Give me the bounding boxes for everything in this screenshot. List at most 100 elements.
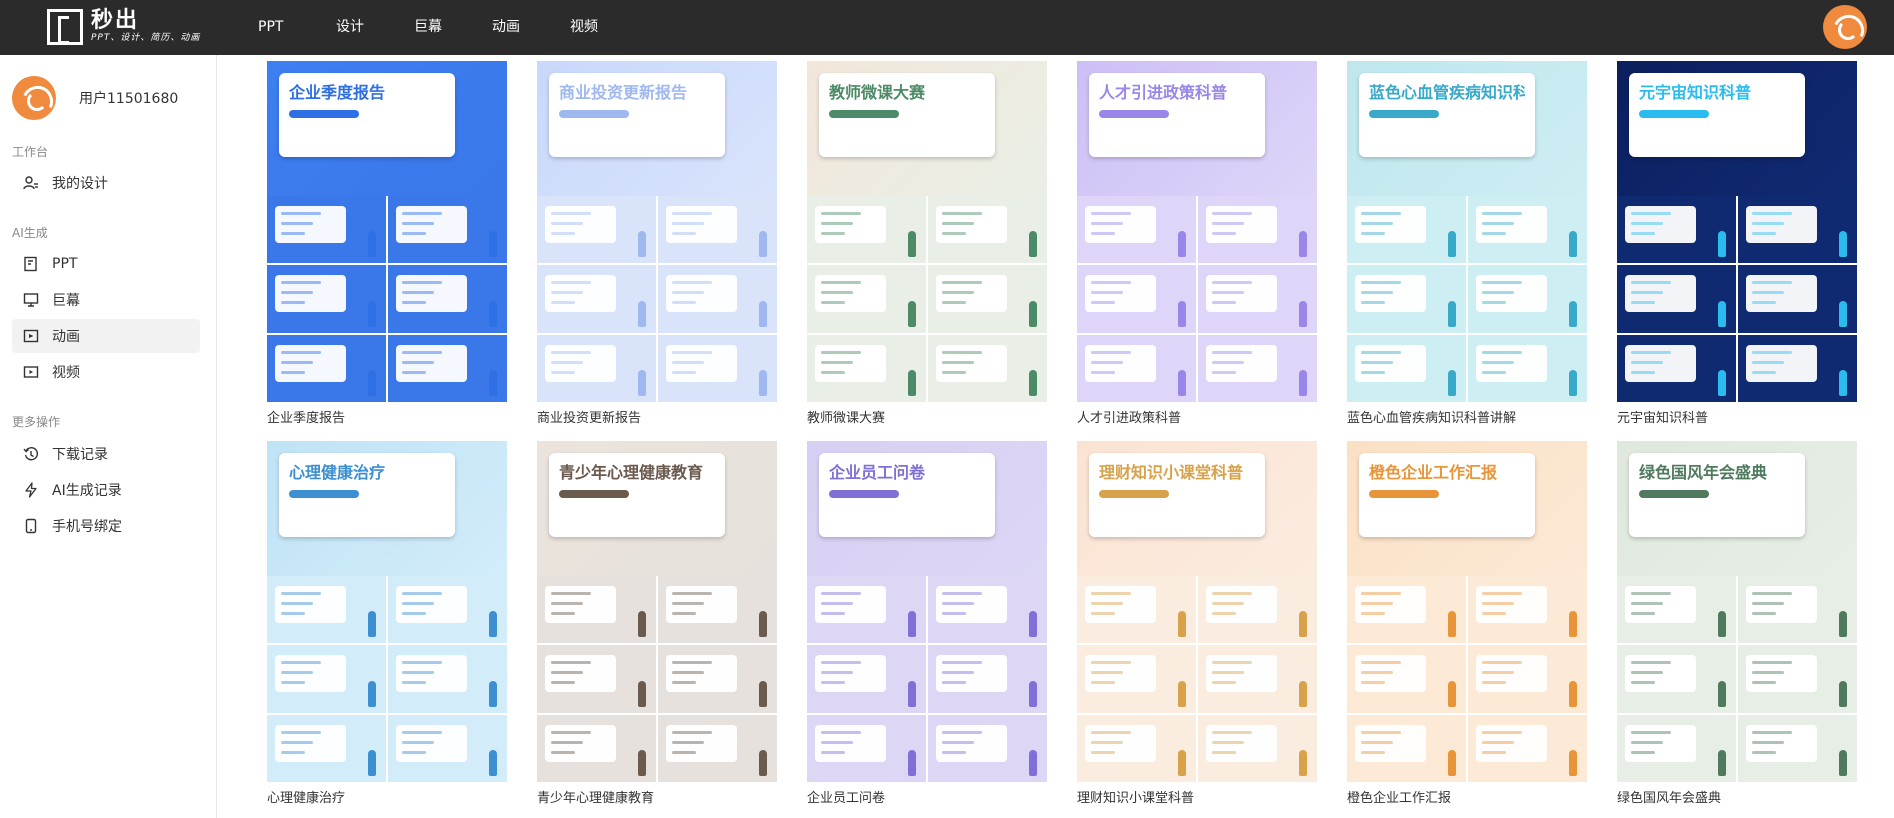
video-icon bbox=[22, 363, 40, 381]
template-card[interactable]: 理财知识小课堂科普 理财知识小课堂科普 bbox=[1077, 441, 1317, 806]
slide-text-line bbox=[1482, 730, 1522, 734]
template-thumbnail[interactable]: 企业季度报告 bbox=[267, 61, 507, 402]
app-logo[interactable]: 秒出 PPT、设计、简历、动画 bbox=[47, 8, 200, 46]
template-thumbnail[interactable]: 心理健康治疗 bbox=[267, 441, 507, 782]
person-figure-icon bbox=[489, 300, 497, 327]
template-thumbnail[interactable]: 青少年心理健康教育 bbox=[537, 441, 777, 782]
sidebar-item-download-history[interactable]: 下载记录 bbox=[12, 437, 200, 471]
person-figure-icon bbox=[1299, 750, 1307, 776]
slide-text-line bbox=[1361, 212, 1401, 215]
sidebar-item-ai-video[interactable]: 视频 bbox=[12, 355, 200, 389]
template-card[interactable]: 人才引进政策科普 人才引进政策科普 bbox=[1077, 61, 1317, 426]
template-thumbnail[interactable]: 蓝色心血管疾病知识科普讲解 bbox=[1347, 61, 1587, 402]
slide-text-line bbox=[1482, 360, 1514, 364]
person-figure-icon bbox=[1029, 750, 1037, 776]
slide-text-line bbox=[1631, 291, 1663, 295]
template-title[interactable]: 人才引进政策科普 bbox=[1077, 407, 1317, 426]
template-title[interactable]: 绿色国风年会盛典 bbox=[1617, 787, 1857, 806]
slide-text-line bbox=[1631, 730, 1671, 734]
cover-title-card: 橙色企业工作汇报 bbox=[1359, 453, 1535, 537]
template-thumbnail[interactable]: 理财知识小课堂科普 bbox=[1077, 441, 1317, 782]
template-card[interactable]: 蓝色心血管疾病知识科普讲解蓝色心血管疾病知识科普讲解 bbox=[1347, 61, 1587, 426]
slide-text-line bbox=[1091, 291, 1123, 295]
slide-text-line bbox=[1631, 592, 1671, 595]
slide-text-line bbox=[1752, 370, 1776, 374]
person-figure-icon bbox=[1839, 750, 1847, 776]
slide-preview bbox=[388, 576, 507, 644]
person-figure-icon bbox=[1718, 611, 1726, 638]
nav-video[interactable]: 视频 bbox=[552, 0, 630, 55]
user-profile[interactable]: 用户11501680 bbox=[12, 75, 178, 121]
template-thumbnail[interactable]: 教师微课大赛 bbox=[807, 61, 1047, 402]
nav-design[interactable]: 设计 bbox=[318, 0, 396, 55]
cover-title-card: 教师微课大赛 bbox=[819, 73, 995, 157]
sidebar-item-ai-ppt[interactable]: PPT bbox=[12, 247, 200, 281]
template-thumbnail[interactable]: 企业员工问卷 bbox=[807, 441, 1047, 782]
slide-text-line bbox=[1631, 350, 1671, 354]
logo-tagline: PPT、设计、简历、动画 bbox=[91, 33, 201, 43]
template-title[interactable]: 心理健康治疗 bbox=[267, 787, 507, 806]
template-title[interactable]: 企业季度报告 bbox=[267, 407, 507, 426]
slide-text-line bbox=[821, 232, 845, 235]
slide-text-line bbox=[1752, 661, 1792, 665]
template-thumbnail[interactable]: 商业投资更新报告 bbox=[537, 61, 777, 402]
sidebar-item-ai-big-screen[interactable]: 巨幕 bbox=[12, 283, 200, 317]
person-figure-icon bbox=[908, 750, 916, 776]
slide-text-line bbox=[402, 740, 434, 744]
template-card[interactable]: 企业季度报告 企业季度报告 bbox=[267, 61, 507, 426]
sidebar-item-ai-history[interactable]: AI生成记录 bbox=[12, 473, 200, 507]
template-card[interactable]: 企业员工问卷 企业员工问卷 bbox=[807, 441, 1047, 806]
nav-ppt[interactable]: PPT bbox=[240, 0, 318, 55]
sidebar-item-phone-binding[interactable]: 手机号绑定 bbox=[12, 509, 200, 543]
sidebar-item-my-design[interactable]: 我的设计 bbox=[12, 166, 200, 200]
template-title[interactable]: 理财知识小课堂科普 bbox=[1077, 787, 1317, 806]
template-thumbnail[interactable]: 橙色企业工作汇报 bbox=[1347, 441, 1587, 782]
slide-text-line bbox=[281, 212, 321, 215]
sidebar-item-label: 我的设计 bbox=[52, 176, 108, 192]
slide-text-line bbox=[821, 681, 845, 685]
slide-text-line bbox=[402, 281, 442, 285]
slide-text-line bbox=[942, 602, 974, 605]
template-thumbnail[interactable]: 元宇宙知识科普 bbox=[1617, 61, 1857, 402]
cover-pill bbox=[829, 490, 899, 498]
template-card[interactable]: 橙色企业工作汇报 橙色企业工作汇报 bbox=[1347, 441, 1587, 806]
nav-big-screen[interactable]: 巨幕 bbox=[396, 0, 474, 55]
person-figure-icon bbox=[1569, 680, 1577, 707]
slide-text-line bbox=[672, 350, 712, 354]
sidebar-item-ai-animation[interactable]: 动画 bbox=[12, 319, 200, 353]
template-title[interactable]: 商业投资更新报告 bbox=[537, 407, 777, 426]
template-card[interactable]: 商业投资更新报告 商业投资更新报告 bbox=[537, 61, 777, 426]
template-card[interactable]: 心理健康治疗 心理健康治疗 bbox=[267, 441, 507, 806]
template-title[interactable]: 教师微课大赛 bbox=[807, 407, 1047, 426]
slide-text-line bbox=[1361, 350, 1401, 354]
template-title[interactable]: 元宇宙知识科普 bbox=[1617, 407, 1857, 426]
template-card[interactable]: 教师微课大赛 教师微课大赛 bbox=[807, 61, 1047, 426]
user-avatar-top[interactable] bbox=[1823, 5, 1867, 49]
slide-text-line bbox=[1631, 661, 1671, 665]
slide-preview bbox=[1468, 265, 1587, 333]
template-card[interactable]: 元宇宙知识科普 元宇宙知识科普 bbox=[1617, 61, 1857, 426]
template-thumbnail[interactable]: 人才引进政策科普 bbox=[1077, 61, 1317, 402]
slide-text-line bbox=[942, 360, 974, 364]
slide-preview bbox=[1468, 645, 1587, 713]
slide-text-line bbox=[1752, 671, 1784, 675]
person-figure-icon bbox=[1569, 370, 1577, 396]
slide-preview bbox=[267, 645, 386, 713]
slide-text-line bbox=[1752, 301, 1776, 305]
template-title[interactable]: 蓝色心血管疾病知识科普讲解 bbox=[1347, 407, 1587, 426]
slide-text-line bbox=[1212, 360, 1244, 364]
template-title[interactable]: 青少年心理健康教育 bbox=[537, 787, 777, 806]
nav-animation[interactable]: 动画 bbox=[474, 0, 552, 55]
template-title[interactable]: 企业员工问卷 bbox=[807, 787, 1047, 806]
slide-text-line bbox=[1752, 681, 1776, 685]
slide-preview bbox=[928, 714, 1047, 782]
template-card[interactable]: 绿色国风年会盛典 绿色国风年会盛典 bbox=[1617, 441, 1857, 806]
slide-text-line bbox=[1091, 661, 1131, 665]
template-card[interactable]: 青少年心理健康教育 青少年心理健康教育 bbox=[537, 441, 777, 806]
cover-title: 教师微课大赛 bbox=[829, 83, 926, 102]
slide-text-line bbox=[551, 360, 583, 364]
cover-title: 企业季度报告 bbox=[289, 83, 386, 102]
template-title[interactable]: 橙色企业工作汇报 bbox=[1347, 787, 1587, 806]
template-thumbnail[interactable]: 绿色国风年会盛典 bbox=[1617, 441, 1857, 782]
slide-text-line bbox=[281, 281, 321, 285]
